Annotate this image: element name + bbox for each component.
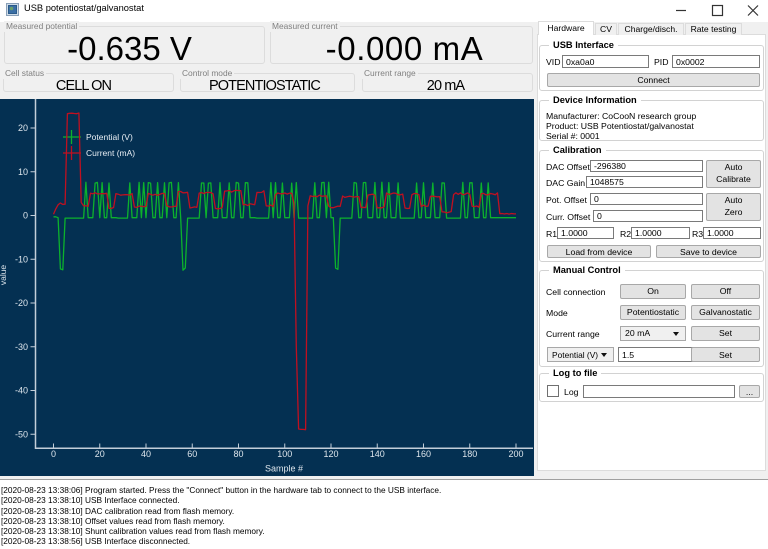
svg-text:Potential (V): Potential (V) bbox=[86, 132, 133, 142]
svg-text:100: 100 bbox=[277, 449, 292, 459]
svg-text:20: 20 bbox=[95, 449, 105, 459]
svg-text:-20: -20 bbox=[15, 298, 28, 308]
svg-text:120: 120 bbox=[323, 449, 338, 459]
svg-text:140: 140 bbox=[370, 449, 385, 459]
svg-text:Sample #: Sample # bbox=[265, 464, 303, 474]
svg-text:10: 10 bbox=[18, 167, 28, 177]
svg-text:-30: -30 bbox=[15, 342, 28, 352]
svg-text:-40: -40 bbox=[15, 386, 28, 396]
svg-text:60: 60 bbox=[187, 449, 197, 459]
svg-text:Current (mA): Current (mA) bbox=[86, 148, 135, 158]
svg-text:160: 160 bbox=[416, 449, 431, 459]
svg-text:20: 20 bbox=[18, 123, 28, 133]
svg-text:value: value bbox=[0, 265, 8, 286]
svg-text:40: 40 bbox=[141, 449, 151, 459]
svg-text:80: 80 bbox=[233, 449, 243, 459]
svg-text:-50: -50 bbox=[15, 429, 28, 439]
svg-text:0: 0 bbox=[51, 449, 56, 459]
svg-text:0: 0 bbox=[23, 211, 28, 221]
svg-text:180: 180 bbox=[462, 449, 477, 459]
svg-text:200: 200 bbox=[508, 449, 523, 459]
svg-text:-10: -10 bbox=[15, 254, 28, 264]
